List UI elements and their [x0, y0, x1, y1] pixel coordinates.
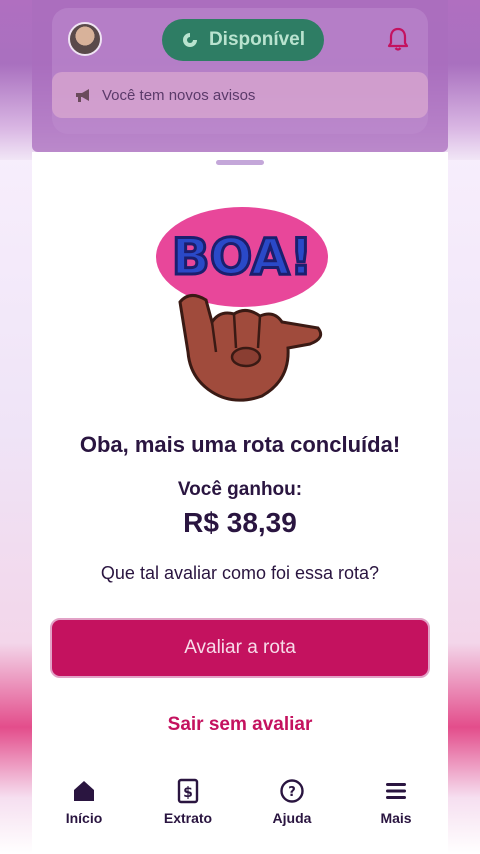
bell-icon[interactable] [386, 26, 410, 52]
home-icon [74, 781, 94, 801]
left-edge-glow [0, 150, 34, 854]
nav-label: Início [65, 810, 103, 826]
nav-item-extrato[interactable]: $ Extrato [143, 778, 233, 826]
menu-icon [386, 783, 406, 799]
nav-label: Mais [380, 810, 412, 826]
bottom-nav: Início $ Extrato ? Ajuda Mais [32, 778, 448, 838]
nav-item-inicio[interactable]: Início [39, 778, 129, 826]
nav-item-ajuda[interactable]: ? Ajuda [247, 778, 337, 826]
earned-label: Você ganhou: [177, 479, 303, 500]
notice-banner[interactable]: Você tem novos avisos [52, 72, 428, 118]
status-icon [182, 33, 197, 47]
nav-label: Extrato [163, 810, 213, 826]
header: Disponível Você tem novos avisos [32, 0, 448, 152]
earned-value: R$ 38,39 [183, 507, 297, 538]
svg-text:?: ? [288, 785, 296, 800]
status-label: Disponível [208, 29, 306, 50]
nav-item-mais[interactable]: Mais [351, 778, 441, 826]
sheet-handle[interactable] [216, 160, 264, 165]
megaphone-icon [76, 89, 89, 102]
notice-text: Você tem novos avisos [102, 86, 256, 104]
right-edge-glow [446, 150, 480, 854]
sticker-text: BOA! [172, 228, 313, 286]
route-complete-sheet: BOA! Oba, mais uma rota concluída! Você … [32, 152, 448, 854]
status-toggle[interactable]: Disponível [162, 19, 324, 61]
statement-icon: $ [177, 778, 199, 804]
avatar[interactable] [68, 22, 102, 56]
skip-rating-link[interactable]: Sair sem avaliar [32, 714, 448, 736]
page-title: Oba, mais uma rota concluída! [79, 432, 401, 457]
rate-route-button[interactable]: Avaliar a rota [50, 618, 430, 678]
rating-question: Que tal avaliar como foi essa rota? [100, 563, 380, 583]
help-icon: ? [280, 779, 304, 803]
nav-label: Ajuda [272, 810, 312, 826]
svg-text:$: $ [183, 785, 193, 801]
boa-hand-illustration: BOA! [156, 207, 328, 402]
